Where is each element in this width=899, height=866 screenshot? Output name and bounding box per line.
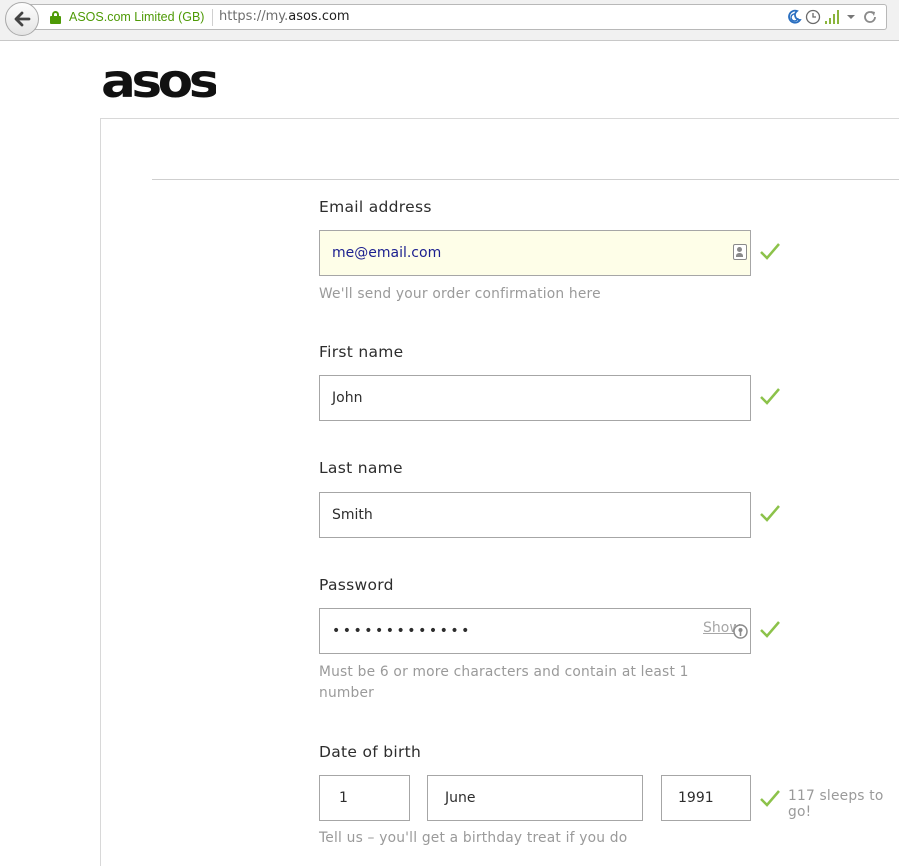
last-name-input[interactable]: Smith (319, 492, 751, 538)
moon-icon[interactable] (786, 9, 802, 25)
site-identity[interactable]: ASOS.com Limited (GB) (69, 10, 204, 24)
password-manager-icon[interactable] (733, 624, 748, 639)
first-name-valid-check-icon (760, 388, 780, 405)
dob-month-select[interactable]: June (427, 775, 643, 821)
password-label: Password (319, 576, 394, 594)
password-input[interactable]: ••••••••••••• Show (319, 608, 751, 654)
password-valid-check-icon (760, 621, 780, 638)
birthday-countdown: 117 sleeps to go! (788, 788, 884, 820)
email-hint: We'll send your order confirmation here (319, 286, 601, 302)
lock-icon (50, 11, 61, 24)
first-name-label: First name (319, 343, 404, 361)
dob-day-select[interactable]: 1 (319, 775, 410, 821)
signal-bars-icon[interactable] (824, 9, 840, 25)
dob-label: Date of birth (319, 743, 422, 761)
first-name-input[interactable]: John (319, 375, 751, 421)
back-arrow-icon (14, 11, 31, 27)
dob-hint: Tell us – you'll get a birthday treat if… (319, 830, 628, 846)
address-bar[interactable]: ASOS.com Limited (GB) https://my.asos.co… (30, 4, 887, 30)
dob-day-value: 1 (339, 790, 348, 806)
back-button[interactable] (5, 2, 39, 36)
dob-year-value: 1991 (678, 790, 714, 806)
password-hint: Must be 6 or more characters and contain… (319, 664, 689, 701)
dob-valid-check-icon (760, 790, 780, 807)
last-name-valid-check-icon (760, 505, 780, 522)
browser-toolbar: ASOS.com Limited (GB) https://my.asos.co… (0, 0, 899, 41)
last-name-value: Smith (332, 507, 373, 523)
last-name-label: Last name (319, 459, 403, 477)
dob-year-select[interactable]: 1991 (661, 775, 751, 821)
url-separator (212, 9, 213, 26)
email-label: Email address (319, 198, 432, 216)
url-bar-icons (786, 8, 878, 26)
dropdown-arrow-icon[interactable] (843, 9, 859, 25)
dob-month-value: June (445, 790, 476, 806)
clock-icon[interactable] (805, 9, 821, 25)
reload-icon[interactable] (862, 9, 878, 25)
svg-text:asos: asos (101, 64, 216, 100)
contact-card-icon[interactable] (733, 244, 747, 260)
asos-logo[interactable]: asos (101, 64, 216, 100)
email-input[interactable]: me@email.com (319, 230, 751, 276)
email-valid-check-icon (760, 243, 780, 260)
password-value: ••••••••••••• (332, 623, 472, 639)
form-divider (152, 179, 899, 180)
email-value: me@email.com (332, 245, 442, 261)
first-name-value: John (332, 390, 363, 406)
url-text[interactable]: https://my.asos.com (219, 9, 350, 24)
